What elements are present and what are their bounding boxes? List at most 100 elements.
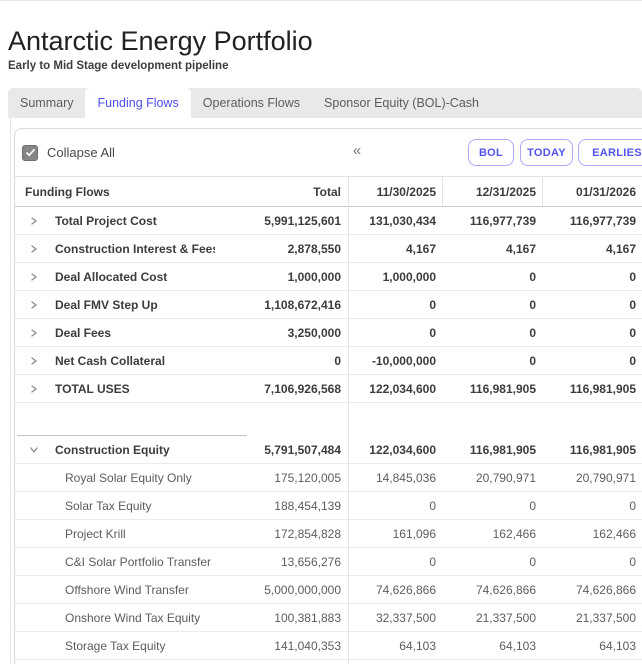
uses-section: Total Project Cost 5,991,125,601 131,030…: [15, 207, 642, 403]
row-cell-value: 21,337,500: [475, 610, 536, 625]
row-cell-value: -10,000,000: [371, 353, 436, 368]
row-cell-value: 0: [529, 498, 536, 513]
row-label-cell: Construction Interest & Fees: [15, 242, 215, 256]
row-cell-value: 0: [429, 554, 436, 569]
page-subtitle: Early to Mid Stage development pipeline: [8, 60, 229, 72]
table-row: C&I Solar Portfolio Transfer 13,656,276 …: [15, 548, 642, 576]
row-total-value: 5,991,125,601: [264, 213, 341, 228]
bol-button[interactable]: BOL: [468, 139, 514, 166]
row-label-cell: Net Cash Collateral: [15, 354, 215, 368]
row-cell-value: 1,000,000: [382, 269, 436, 284]
row-total-value: 100,381,883: [274, 610, 341, 625]
row-cell-value: 162,466: [592, 526, 636, 541]
row-label-cell: Deal Fees: [15, 326, 215, 340]
row-label-cell: Storage Tax Equity: [15, 639, 215, 653]
row-cell-value: 0: [629, 297, 636, 312]
table-row[interactable]: Net Cash Collateral 0 -10,000,000 0 0: [15, 347, 642, 375]
row-label: Project Krill: [65, 526, 126, 541]
row-label: Deal Fees: [55, 325, 112, 340]
row-cell-value: 116,977,739: [569, 213, 636, 228]
row-cell-value: 64,103: [399, 638, 436, 653]
row-label-cell: Deal FMV Step Up: [15, 298, 215, 312]
table-title: Funding Flows: [25, 184, 110, 199]
row-label: Deal FMV Step Up: [55, 297, 158, 312]
expand-chevron-icon[interactable]: [30, 356, 39, 366]
table-row[interactable]: Deal Fees 3,250,000 0 0 0: [15, 319, 642, 347]
column-header-date-3: 01/31/2026: [542, 177, 642, 206]
table-row: Project Krill 172,854,828 161,096 162,46…: [15, 520, 642, 548]
row-cell-value: 0: [429, 297, 436, 312]
tab-operations-flows[interactable]: Operations Flows: [191, 88, 312, 118]
row-label: Royal Solar Equity Only: [65, 470, 192, 485]
row-cell-value: 64,103: [599, 638, 636, 653]
row-label: Storage Tax Equity: [65, 638, 166, 653]
table-row[interactable]: TOTAL USES 7,106,926,568 122,034,600 116…: [15, 375, 642, 403]
row-cell-value: 4,167: [505, 241, 536, 256]
row-cell-value: 4,167: [605, 241, 636, 256]
today-button[interactable]: TODAY: [520, 139, 573, 166]
table-row: Storage Tax Equity 141,040,353 64,103 64…: [15, 632, 642, 660]
row-cell-value: 0: [529, 353, 536, 368]
checkmark-icon: [25, 148, 35, 157]
row-cell-value: 74,626,866: [375, 582, 436, 597]
row-total-value: 141,040,353: [274, 638, 341, 653]
row-cell-value: 64,103: [499, 638, 536, 653]
row-cell-value: 0: [429, 325, 436, 340]
row-cell-value: 0: [529, 554, 536, 569]
row-total-value: 0: [334, 353, 341, 368]
table-row: Solar Tax Equity 188,454,139 0 0 0: [15, 492, 642, 520]
tab-summary[interactable]: Summary: [8, 88, 85, 118]
expand-chevron-icon[interactable]: [30, 384, 39, 394]
expand-chevron-icon[interactable]: [30, 216, 39, 226]
row-label: Offshore Wind Transfer: [65, 582, 189, 597]
table-controls: Collapse All « BOL TODAY EARLIEST: [15, 129, 642, 176]
collapse-chevron-icon[interactable]: [30, 445, 39, 455]
expand-chevron-icon[interactable]: [30, 272, 39, 282]
row-label-cell: Deal Allocated Cost: [15, 270, 215, 284]
table-row[interactable]: Total Project Cost 5,991,125,601 131,030…: [15, 207, 642, 235]
row-cell-value: 74,626,866: [575, 582, 636, 597]
row-label: Solar Tax Equity: [65, 498, 152, 513]
funding-flows-panel: Collapse All « BOL TODAY EARLIEST Fundin…: [14, 128, 642, 664]
collapse-all-control[interactable]: Collapse All: [22, 129, 115, 176]
row-cell-value: 116,981,905: [569, 442, 636, 457]
collapse-all-label: Collapse All: [47, 145, 115, 160]
row-label: Net Cash Collateral: [55, 353, 166, 368]
row-cell-value: 116,981,905: [469, 381, 536, 396]
expand-chevron-icon[interactable]: [30, 328, 39, 338]
row-total-value: 3,250,000: [287, 325, 341, 340]
row-cell-value: 0: [629, 498, 636, 513]
table-row: Royal Solar Equity Only 175,120,005 14,8…: [15, 464, 642, 492]
row-label: C&I Solar Portfolio Transfer: [65, 554, 212, 569]
table-row[interactable]: Deal Allocated Cost 1,000,000 1,000,000 …: [15, 263, 642, 291]
row-label-cell: Royal Solar Equity Only: [15, 471, 215, 485]
expand-chevron-icon[interactable]: [30, 300, 39, 310]
earliest-button[interactable]: EARLIEST: [578, 139, 642, 166]
row-cell-value: 14,845,036: [375, 470, 436, 485]
table-row: Offshore Wind Transfer 5,000,000,000 74,…: [15, 576, 642, 604]
row-label: Onshore Wind Tax Equity: [65, 610, 201, 625]
row-label: Deal Allocated Cost: [55, 269, 168, 284]
table-row[interactable]: Construction Interest & Fees 2,878,550 4…: [15, 235, 642, 263]
collapse-columns-icon[interactable]: «: [347, 142, 367, 159]
row-cell-value: 32,337,500: [375, 610, 436, 625]
tab-sponsor-equity-bol-cash[interactable]: Sponsor Equity (BOL)-Cash: [312, 88, 491, 118]
table-row[interactable]: Construction Equity 5,791,507,484 122,03…: [15, 436, 642, 464]
expand-chevron-icon[interactable]: [30, 244, 39, 254]
row-total-value: 2,878,550: [287, 241, 341, 256]
row-label-cell: C&I Solar Portfolio Transfer: [15, 555, 215, 569]
row-cell-value: 0: [629, 554, 636, 569]
row-total-value: 1,108,672,416: [264, 297, 341, 312]
content-panel-edge: [10, 118, 11, 664]
row-cell-value: 0: [629, 269, 636, 284]
column-header-total: Total: [313, 184, 341, 199]
collapse-all-checkbox[interactable]: [22, 144, 38, 161]
table-row[interactable]: Deal FMV Step Up 1,108,672,416 0 0 0: [15, 291, 642, 319]
tab-funding-flows[interactable]: Funding Flows: [85, 88, 191, 118]
row-cell-value: 0: [629, 353, 636, 368]
row-label-cell: Solar Tax Equity: [15, 499, 215, 513]
row-cell-value: 122,034,600: [369, 381, 436, 396]
row-cell-value: 116,981,905: [569, 381, 636, 396]
row-total-value: 1,000,000: [287, 269, 341, 284]
row-label-cell: Offshore Wind Transfer: [15, 583, 215, 597]
